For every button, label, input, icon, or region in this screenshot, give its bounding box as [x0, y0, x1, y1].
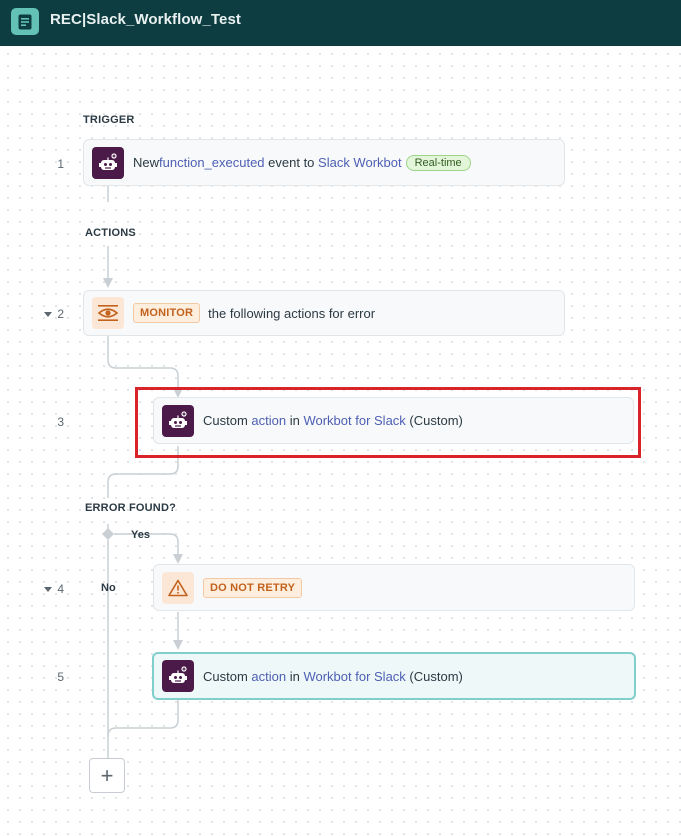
error-found-label: ERROR FOUND? [85, 502, 177, 514]
realtime-badge: Real-time [405, 154, 471, 171]
monitor-eye-icon [92, 297, 124, 329]
yes-branch-label: Yes [131, 529, 150, 541]
app-link[interactable]: Slack Workbot [318, 155, 402, 170]
monitor-keyword: MONITOR [133, 303, 201, 323]
workbot-icon [92, 146, 124, 179]
step-number-3: 3 [57, 415, 64, 429]
step-5-action-card[interactable]: Custom action in Workbot for Slack (Cust… [152, 652, 636, 700]
step-number-2[interactable]: 2 [34, 307, 64, 321]
step-number-5: 5 [57, 670, 64, 684]
step-2-monitor-card[interactable]: MONITOR the following actions for error [83, 290, 565, 336]
trigger-section-label: TRIGGER [83, 114, 135, 126]
no-branch-label: No [101, 582, 116, 594]
step-1-trigger-card[interactable]: New function_executed event to Slack Wor… [83, 139, 565, 186]
event-link[interactable]: function_executed [159, 155, 265, 170]
step-number-1: 1 [57, 157, 64, 171]
collapse-caret-icon[interactable] [44, 312, 53, 318]
add-step-button[interactable]: + [89, 758, 125, 793]
warning-icon [162, 571, 194, 604]
workbot-icon [162, 660, 194, 692]
selection-highlight [135, 387, 641, 458]
actions-section-label: ACTIONS [85, 227, 136, 239]
step-number-4[interactable]: 4 [34, 582, 64, 596]
app-link[interactable]: Workbot for Slack [303, 669, 405, 684]
action-link[interactable]: action [251, 669, 286, 684]
do-not-retry-keyword: DO NOT RETRY [203, 577, 303, 598]
step-4-do-not-retry-card[interactable]: DO NOT RETRY [153, 564, 635, 611]
collapse-caret-icon[interactable] [44, 587, 53, 593]
